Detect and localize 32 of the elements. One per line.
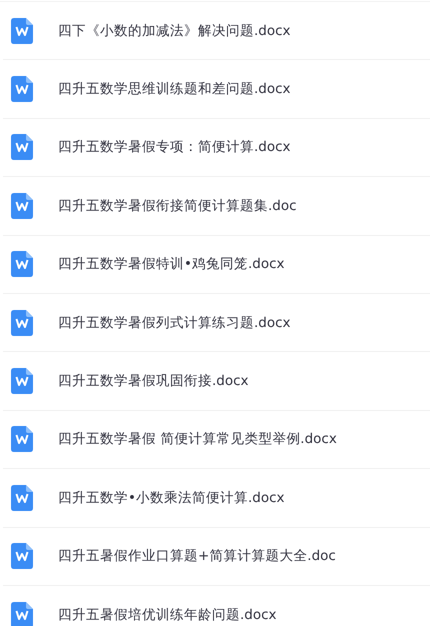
word-document-icon (11, 134, 33, 160)
word-document-icon (11, 192, 33, 219)
file-name: 四升五数学思维训练题和差问题.docx (58, 80, 291, 98)
file-name: 四升五数学暑假列式计算练习题.docx (58, 314, 291, 332)
word-document-icon (11, 368, 33, 394)
file-row[interactable]: 四下《小数的加减法》解决问题.docx (3, 2, 430, 60)
file-row[interactable]: 四升五数学暑假 简便计算常见类型举例.docx (3, 410, 430, 470)
file-name: 四升五数学暑假 简便计算常见类型举例.docx (58, 430, 337, 448)
word-document-icon (11, 543, 33, 570)
word-document-icon (11, 76, 33, 102)
file-name: 四升五数学暑假衔接简便计算题集.doc (58, 196, 297, 215)
file-name: 四下《小数的加减法》解决问题.docx (58, 22, 291, 40)
word-document-icon (11, 484, 33, 511)
file-row[interactable]: 四升五数学暑假列式计算练习题.docx (3, 294, 430, 352)
file-name: 四升五暑假培优训练年龄问题.docx (58, 606, 277, 624)
file-row[interactable]: 四升五数学暑假特训•鸡兔同笼.docx (3, 236, 430, 294)
word-document-icon (11, 310, 33, 336)
file-row[interactable]: 四升五数学暑假巩固衔接.docx (3, 352, 430, 411)
word-document-icon (11, 251, 33, 278)
file-name: 四升五数学暑假巩固衔接.docx (58, 372, 249, 390)
file-row[interactable]: 四升五数学•小数乘法简便计算.docx (3, 469, 430, 528)
file-name: 四升五数学暑假特训•鸡兔同笼.docx (58, 255, 284, 274)
file-row[interactable]: 四升五数学暑假衔接简便计算题集.doc (3, 177, 430, 236)
file-row[interactable]: 四升五数学思维训练题和差问题.docx (3, 60, 430, 119)
file-name: 四升五数学•小数乘法简便计算.docx (58, 488, 284, 507)
file-name: 四升五暑假作业口算题+简算计算题大全.doc (58, 547, 336, 566)
file-row[interactable]: 四升五暑假培优训练年龄问题.docx (3, 586, 430, 626)
word-document-icon (11, 426, 33, 452)
file-row[interactable]: 四升五暑假作业口算题+简算计算题大全.doc (3, 528, 430, 586)
file-row[interactable]: 四升五数学暑假专项：简便计算.docx (3, 118, 430, 178)
word-document-icon (11, 18, 33, 44)
file-name: 四升五数学暑假专项：简便计算.docx (58, 138, 291, 156)
